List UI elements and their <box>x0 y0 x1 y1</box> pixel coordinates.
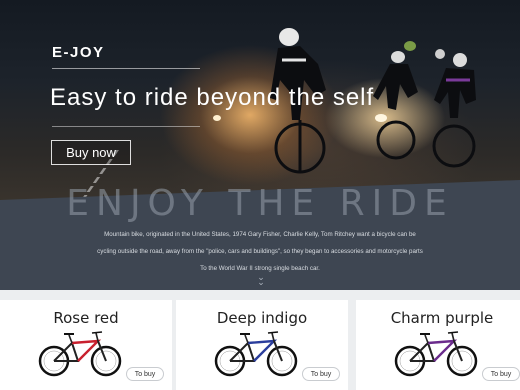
bike-frame-part <box>451 332 455 342</box>
product-card: Deep indigo To buy <box>176 300 348 390</box>
bike-frame-part <box>95 332 99 342</box>
bike-frame-part <box>447 331 459 334</box>
intro-text: Mountain bike, originated in the United … <box>30 226 490 277</box>
to-buy-button[interactable]: To buy <box>302 367 340 381</box>
to-buy-button[interactable]: To buy <box>482 367 520 381</box>
bicycle-image <box>394 331 478 377</box>
product-name: Charm purple <box>390 309 494 327</box>
bike-frame-part <box>271 332 275 342</box>
bike-frame-part <box>244 334 249 344</box>
bike-frame-part <box>68 334 73 344</box>
product-card: Rose red To buy <box>0 300 172 390</box>
buy-now-button[interactable]: Buy now <box>51 140 131 165</box>
product-name: Rose red <box>53 309 119 327</box>
brand-logo: E-JOY <box>52 44 105 61</box>
product-name: Deep indigo <box>216 309 308 327</box>
intro-line: cycling outside the road, away from the … <box>97 248 423 255</box>
watermark-heading: ENJOY THE RIDE <box>66 183 454 224</box>
bicycle-image <box>38 331 122 377</box>
bike-frame-part <box>247 339 278 362</box>
intro-line: Mountain bike, originated in the United … <box>104 231 416 238</box>
bike-frame-part <box>267 331 279 334</box>
to-buy-button[interactable]: To buy <box>126 367 164 381</box>
bike-frame-part <box>424 334 429 344</box>
hero-headline: Easy to ride beyond the self <box>50 84 375 111</box>
double-chevron-down-icon[interactable]: ⌄ ⌄ <box>255 273 267 287</box>
bike-frame-part <box>71 339 102 362</box>
divider <box>52 126 200 127</box>
bike-frame-part <box>427 339 458 362</box>
bicycle-image <box>214 331 298 377</box>
product-card: Charm purple To buy <box>356 300 520 390</box>
divider <box>52 68 200 69</box>
hero-banner: E-JOY Easy to ride beyond the self Buy n… <box>0 0 520 205</box>
bike-frame-part <box>91 331 103 334</box>
